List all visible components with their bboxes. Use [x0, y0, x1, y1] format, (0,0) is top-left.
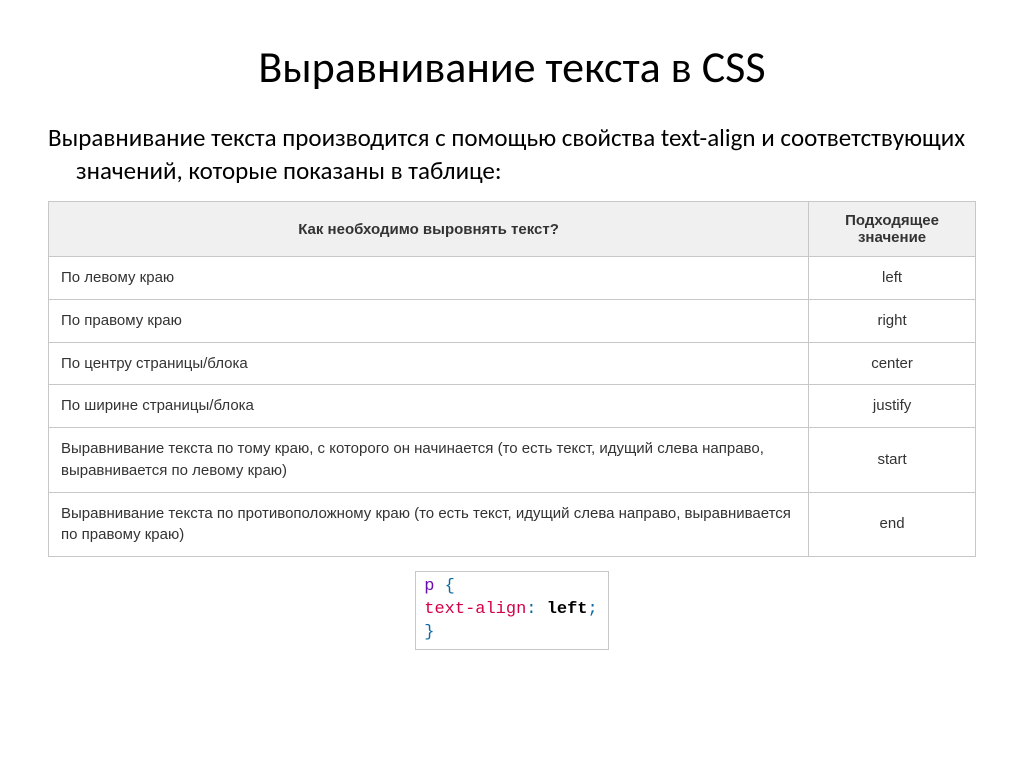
- code-example: p { text-align: left; }: [415, 571, 608, 650]
- row-value: left: [809, 257, 976, 300]
- slide-description: Выравнивание текста производится с помощ…: [48, 122, 976, 187]
- row-value: center: [809, 342, 976, 385]
- code-value: left: [547, 600, 588, 619]
- table-row: По левому краю left: [49, 257, 976, 300]
- row-value: right: [809, 299, 976, 342]
- code-selector: p: [424, 577, 434, 596]
- header-description: Как необходимо выровнять текст?: [49, 202, 809, 257]
- row-description: По ширине страницы/блока: [49, 385, 809, 428]
- code-brace-close: }: [424, 623, 434, 642]
- table-row: По центру страницы/блока center: [49, 342, 976, 385]
- code-property: text-align: [424, 600, 526, 619]
- slide: Выравнивание текста в CSS Выравнивание т…: [0, 0, 1024, 670]
- table-header-row: Как необходимо выровнять текст? Подходящ…: [49, 202, 976, 257]
- row-description: По левому краю: [49, 257, 809, 300]
- row-description: Выравнивание текста по противоположному …: [49, 492, 809, 557]
- code-colon: :: [526, 600, 536, 619]
- text-align-table: Как необходимо выровнять текст? Подходящ…: [48, 201, 976, 557]
- code-semicolon: ;: [588, 600, 598, 619]
- code-example-wrap: p { text-align: left; }: [48, 571, 976, 650]
- row-value: start: [809, 428, 976, 493]
- row-description: По правому краю: [49, 299, 809, 342]
- row-description: Выравнивание текста по тому краю, с кото…: [49, 428, 809, 493]
- table-row: По правому краю right: [49, 299, 976, 342]
- code-brace-open: {: [445, 577, 455, 596]
- row-value: justify: [809, 385, 976, 428]
- row-description: По центру страницы/блока: [49, 342, 809, 385]
- table-row: Выравнивание текста по противоположному …: [49, 492, 976, 557]
- table-row: Выравнивание текста по тому краю, с кото…: [49, 428, 976, 493]
- slide-title: Выравнивание текста в CSS: [48, 40, 976, 94]
- row-value: end: [809, 492, 976, 557]
- header-value: Подходящее значение: [809, 202, 976, 257]
- table-row: По ширине страницы/блока justify: [49, 385, 976, 428]
